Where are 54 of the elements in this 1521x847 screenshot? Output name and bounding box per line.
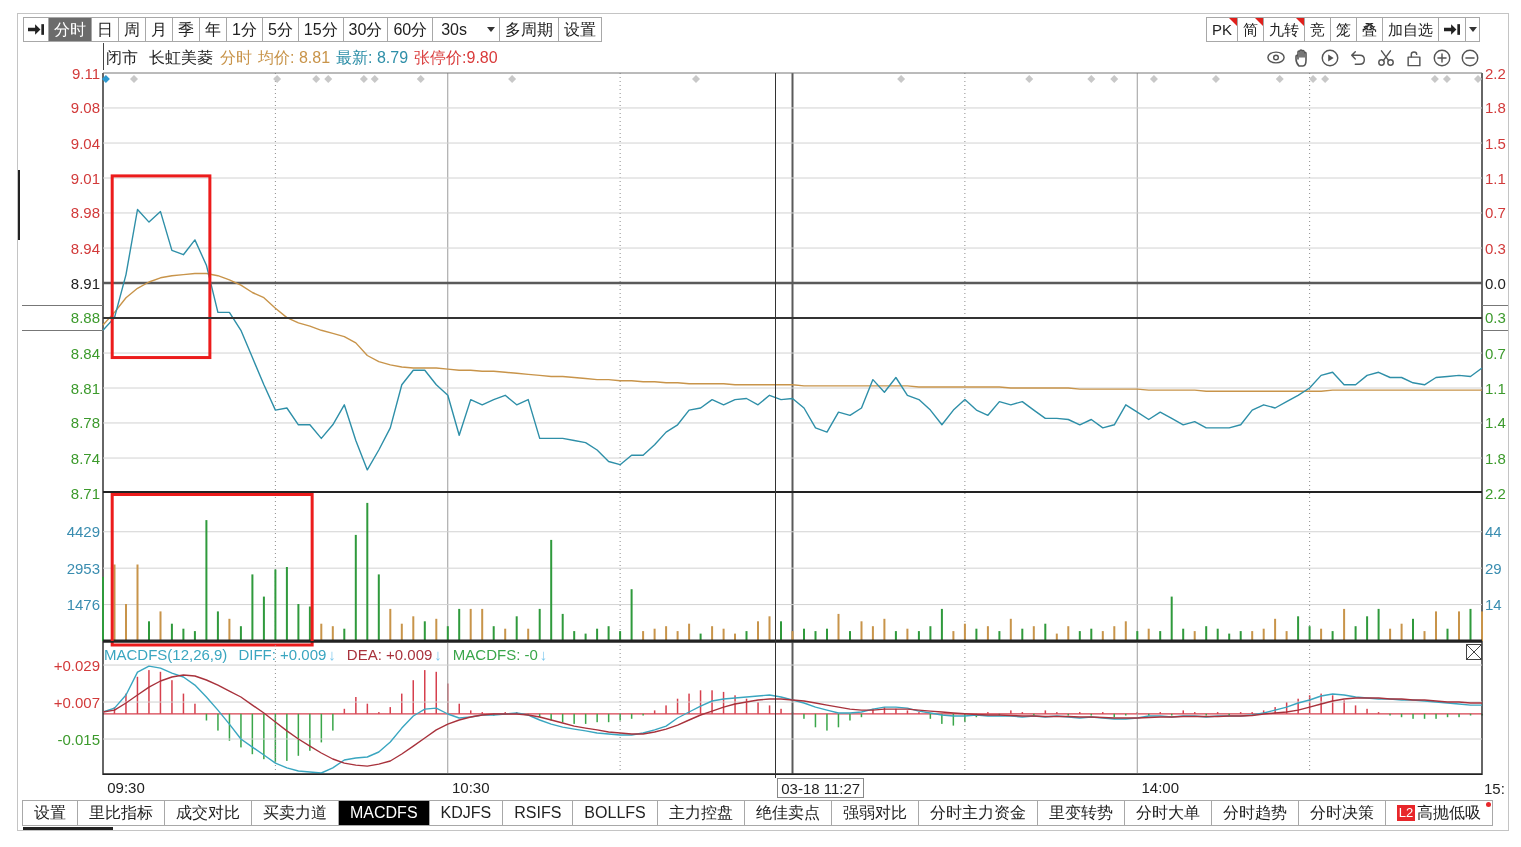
axis-label: 44 bbox=[1485, 523, 1502, 541]
axis-label: 0.3 bbox=[1485, 239, 1506, 257]
market-status: 闭市 bbox=[106, 47, 138, 68]
axis-label: -0.015 bbox=[57, 730, 100, 748]
axis-label: 2.2 bbox=[1485, 64, 1506, 82]
crosshair-time-label: 03-18 11:27 bbox=[777, 778, 865, 798]
axis-label: 1.8 bbox=[1485, 99, 1506, 117]
indicator-title: MACDFS(12,26,9) bbox=[104, 647, 228, 662]
legend-label: DEA: +0.009 bbox=[346, 647, 433, 662]
axis-label: 0.7 bbox=[1485, 344, 1506, 362]
axis-label: 14 bbox=[1485, 596, 1502, 614]
axis-label: +0.007 bbox=[53, 693, 100, 711]
axis-label: 1.5 bbox=[1485, 134, 1506, 152]
axis-label: 29 bbox=[1485, 559, 1502, 577]
axis-label: 14:00 bbox=[1141, 779, 1179, 796]
axis-label: 09:30 bbox=[107, 779, 145, 796]
axis-label: 8.88 bbox=[70, 309, 100, 327]
legend-label: 均价: 8.81 bbox=[258, 47, 331, 68]
axis-label: 15: bbox=[1484, 778, 1505, 798]
axis-label: 1.8 bbox=[1485, 449, 1506, 467]
chart-title: 分时 bbox=[220, 47, 252, 68]
axis-label: 9.08 bbox=[70, 99, 100, 117]
axis-label: 8.78 bbox=[70, 414, 100, 432]
trend-arrow: ↓ bbox=[539, 647, 548, 662]
legend-label: 最新: 8.79 bbox=[336, 47, 409, 68]
stock-name: 长虹美菱 bbox=[149, 47, 213, 68]
level-badge: L2 bbox=[1396, 805, 1416, 821]
axis-label: 4429 bbox=[66, 523, 100, 541]
axis-label: 8.81 bbox=[70, 379, 100, 397]
trend-arrow: ↓ bbox=[434, 647, 442, 662]
axis-label: 8.94 bbox=[70, 239, 100, 257]
limit-price: 张停价:9.80 bbox=[414, 47, 498, 68]
axis-label: 1476 bbox=[66, 596, 100, 614]
axis-label: 2953 bbox=[66, 559, 100, 577]
axis-label: 9.04 bbox=[70, 134, 100, 152]
axis-label: 1.4 bbox=[1485, 414, 1506, 432]
axis-label: 8.74 bbox=[70, 449, 100, 467]
axis-label: 9.11 bbox=[71, 64, 100, 82]
axis-label: 0.7 bbox=[1485, 204, 1506, 222]
axis-label: 1.1 bbox=[1485, 379, 1506, 397]
axis-label: 9.01 bbox=[70, 169, 100, 187]
axis-label: 0.3 bbox=[1485, 309, 1506, 327]
axis-label: 0.0 bbox=[1485, 274, 1506, 292]
axis-label: 8.98 bbox=[70, 204, 100, 222]
legend-label: MACDFS: -0 bbox=[452, 647, 538, 662]
axis-label: 2.2 bbox=[1485, 484, 1506, 502]
axis-label: 8.71 bbox=[70, 484, 100, 502]
axis-label: 8.91 bbox=[70, 274, 100, 292]
axis-label: +0.029 bbox=[53, 656, 100, 674]
trend-arrow: ↓ bbox=[328, 647, 336, 662]
legend-label: DIFF: +0.009 bbox=[238, 647, 327, 662]
axis-label: 8.84 bbox=[70, 344, 100, 362]
axis-label: 1.1 bbox=[1485, 169, 1506, 187]
axis-label: 10:30 bbox=[451, 779, 490, 796]
